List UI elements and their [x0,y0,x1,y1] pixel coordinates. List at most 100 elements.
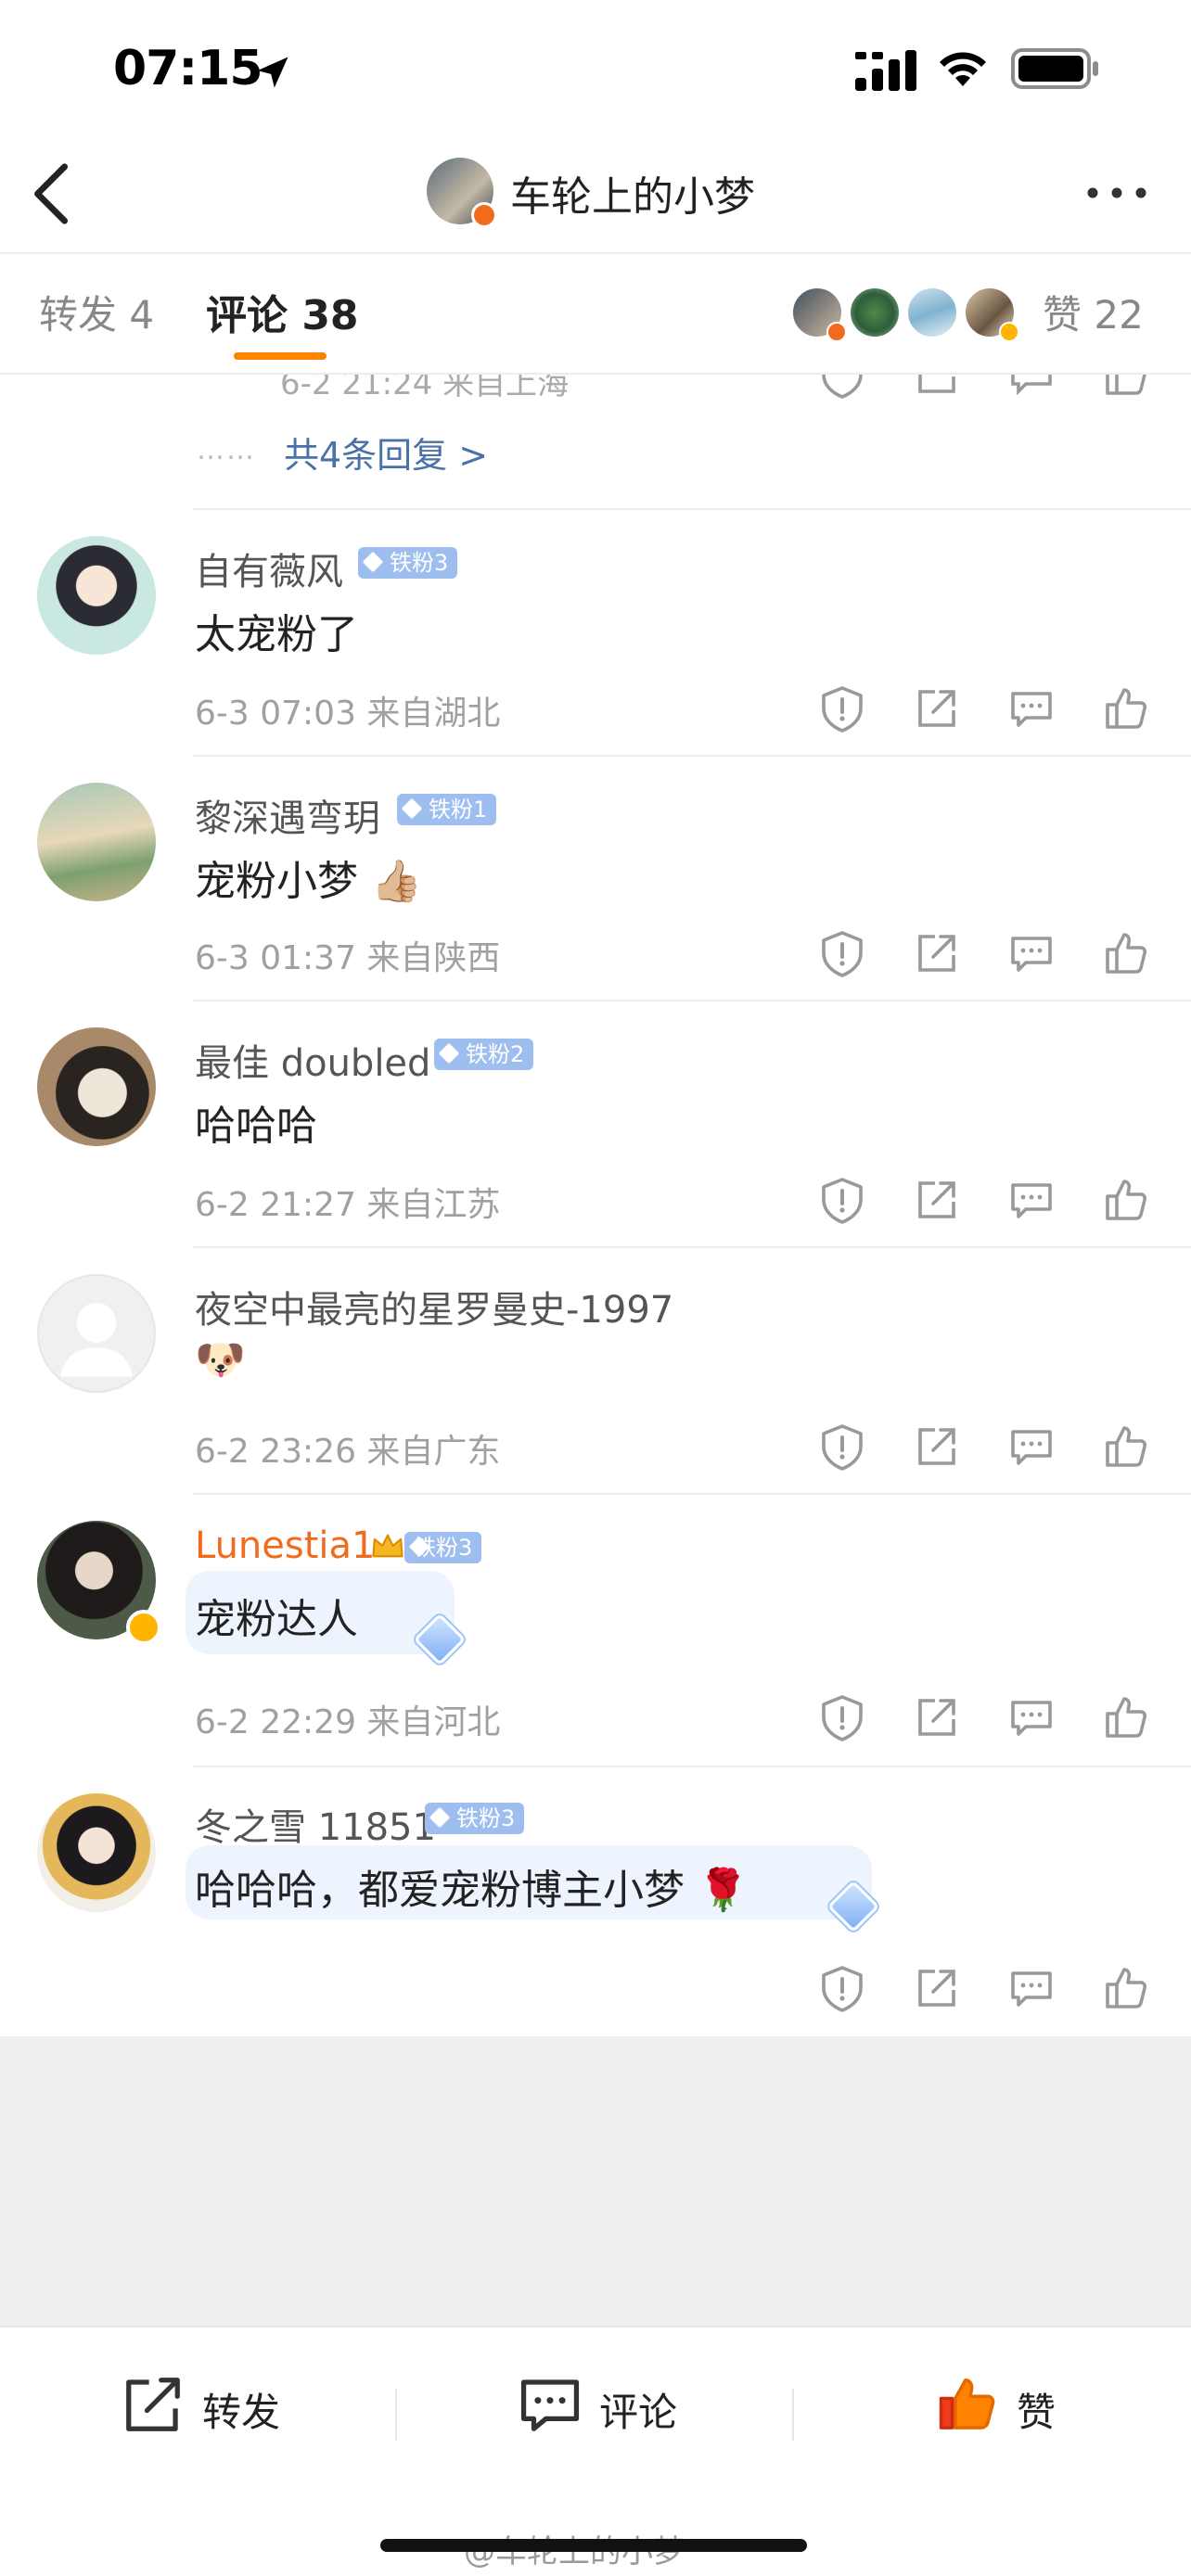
comment-text: 宠粉小梦 👍🏼 [195,858,422,905]
liker-avatars[interactable] [790,286,1031,342]
like-icon[interactable] [1100,1691,1152,1743]
reply-thread-dots: …… [197,434,256,466]
comment-text: 🐶 [195,1336,246,1384]
report-icon[interactable] [816,1421,868,1473]
status-time: 07:15 [113,41,263,96]
home-indicator[interactable] [380,2539,807,2552]
share-icon[interactable] [911,1962,963,2014]
author-avatar[interactable] [427,158,497,228]
divider [792,2389,794,2441]
tab-comment[interactable]: 评论 38 [206,282,359,341]
liker-avatar [905,286,959,339]
report-icon[interactable] [816,1962,868,2014]
more-dots-icon[interactable] [1083,182,1150,204]
reply-icon[interactable] [1005,1962,1057,2014]
repost-label: 转发 [202,2390,281,2435]
comment-username[interactable]: 最佳 doubled [195,1033,430,1087]
active-tab-indicator [234,352,327,360]
avatar[interactable] [37,783,156,901]
divider [193,1246,1191,1248]
like-label: 赞 [1017,2390,1057,2435]
back-chevron-icon[interactable] [28,161,76,226]
comment-item: 冬之雪 11851 铁粉3 哈哈哈，都爱宠粉博主小梦 🌹 [0,1766,1191,2036]
comment-actions [816,1174,1159,1226]
tabs-bar: 转发 4 评论 38 赞 22 [0,256,1191,375]
like-icon[interactable] [1100,682,1152,734]
like-icon[interactable] [1100,1421,1152,1473]
fan-badge[interactable]: 铁粉3 [404,1532,482,1563]
battery-icon [1011,48,1098,89]
like-icon[interactable] [1100,1962,1152,2014]
verified-badge-icon [471,202,497,228]
cellular-signal-icon [855,50,916,91]
comment-meta: 6-2 21:27 来自江苏 [195,1186,501,1224]
share-icon[interactable] [911,1174,963,1226]
nav-bar: 车轮上的小梦 [0,139,1191,254]
crown-icon [372,1534,403,1558]
status-bar: 07:15 [0,0,1191,139]
avatar[interactable] [37,1521,161,1645]
divider [193,1000,1191,1001]
comment-username[interactable]: Lunestia1 [195,1524,376,1567]
location-arrow-icon [257,57,288,88]
comment-text: 哈哈哈，都爱宠粉博主小梦 🌹 [195,1867,749,1914]
comment-username[interactable]: 黎深遇弯玥 [195,788,380,842]
comment-item: 黎深遇弯玥 铁粉1 宠粉小梦 👍🏼 6-3 01:37 来自陕西 [0,755,1191,1000]
repost-icon [126,2378,180,2431]
avatar[interactable] [37,1793,156,1912]
page-title[interactable]: 车轮上的小梦 [510,163,755,223]
like-button[interactable]: 赞 [935,2368,1083,2442]
avatar[interactable] [37,1027,156,1146]
comment-actions [816,682,1159,734]
repost-button[interactable]: 转发 [121,2368,306,2442]
comment-text: 太宠粉了 [195,611,358,658]
divider [193,755,1191,757]
report-icon[interactable] [816,927,868,979]
comment-actions [816,1962,1159,2014]
fan-badge[interactable]: 铁粉2 [434,1039,534,1070]
comment-username[interactable]: 冬之雪 11851 [195,1797,436,1851]
comment-actions [816,1421,1159,1473]
fan-badge[interactable]: 铁粉3 [358,547,458,579]
view-more-replies-link[interactable]: 共4条回复 > [284,427,488,478]
share-icon[interactable] [911,927,963,979]
liker-avatar [963,286,1019,342]
fan-badge[interactable]: 铁粉1 [397,794,497,825]
divider [193,508,1191,510]
liked-thumb-icon [939,2378,995,2429]
default-avatar[interactable] [37,1274,156,1393]
verified-badge-icon [826,322,847,342]
comment-item: 最佳 doubled 铁粉2 哈哈哈 6-2 21:27 来自江苏 [0,1000,1191,1246]
comment-username[interactable]: 自有薇风 [195,542,343,595]
fan-badge[interactable]: 铁粉3 [425,1803,525,1834]
comment-username[interactable]: 夜空中最亮的星罗曼史-1997 [195,1280,673,1333]
comment-item: 自有薇风 铁粉3 太宠粉了 6-3 07:03 来自湖北 [0,508,1191,755]
reply-icon[interactable] [1005,1691,1057,1743]
avatar[interactable] [37,536,156,655]
share-icon[interactable] [911,1421,963,1473]
report-icon[interactable] [816,1174,868,1226]
reply-icon[interactable] [1005,1174,1057,1226]
tab-repost[interactable]: 转发 4 [39,284,154,340]
like-icon[interactable] [1100,927,1152,979]
divider [395,2389,397,2441]
tab-likes[interactable]: 赞 22 [1043,284,1144,340]
reply-icon[interactable] [1005,927,1057,979]
comment-item: 夜空中最亮的星罗曼史-1997 🐶 6-2 23:26 来自广东 [0,1246,1191,1493]
report-icon[interactable] [816,1691,868,1743]
divider [193,1766,1191,1767]
liker-avatar [848,286,902,339]
reply-icon[interactable] [1005,1421,1057,1473]
liker-avatar [790,286,847,342]
verified-badge-icon [999,322,1019,342]
like-icon[interactable] [1100,1174,1152,1226]
comment-button[interactable]: 评论 [518,2368,703,2442]
share-icon[interactable] [911,682,963,734]
report-icon[interactable] [816,682,868,734]
share-icon[interactable] [911,1691,963,1743]
comment-icon [520,2379,580,2431]
reply-icon[interactable] [1005,682,1057,734]
comment-label: 评论 [599,2390,678,2435]
comment-meta: 6-3 01:37 来自陕西 [195,939,501,977]
comment-actions [816,927,1159,979]
